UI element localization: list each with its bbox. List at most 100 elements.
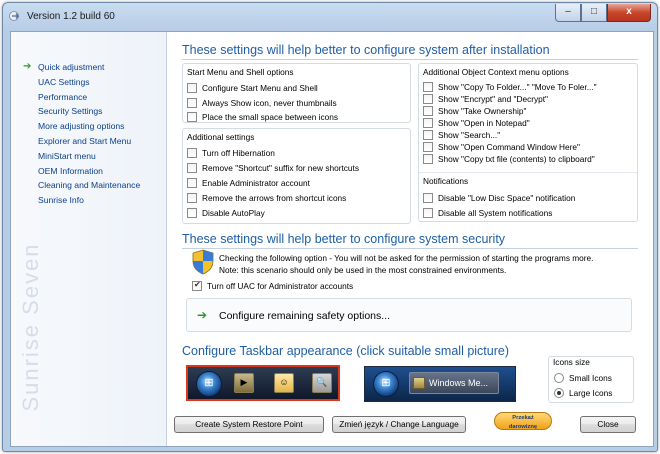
checkbox[interactable]: [187, 82, 197, 93]
option-label: Always Show icon, never thumbnails: [202, 97, 337, 108]
checkbox[interactable]: [423, 207, 433, 218]
security-section-title: These settings will help better to confi…: [182, 232, 506, 246]
taskbar-preview-large[interactable]: ⊞ Windows Me...: [364, 366, 516, 402]
donate-line2: darowiznę: [508, 424, 538, 430]
radio-selected[interactable]: [554, 387, 564, 398]
radio-large-icons[interactable]: Large Icons: [554, 386, 612, 399]
option-turn-off-uac[interactable]: Turn off UAC for Administrator accounts: [192, 279, 353, 292]
option-label: Show "Copy To Folder..." "Move To Foler.…: [438, 81, 597, 92]
option-copy-txt-clipboard[interactable]: Show "Copy txt file (contents) to clipbo…: [423, 152, 595, 165]
uac-shield-icon: [192, 249, 214, 275]
checkbox[interactable]: [423, 105, 433, 116]
checkbox[interactable]: [423, 192, 433, 203]
taskbar-button: Windows Me...: [409, 372, 499, 394]
checkbox[interactable]: [423, 153, 433, 164]
option-remove-shortcut-arrows[interactable]: Remove the arrows from shortcut icons: [187, 191, 346, 204]
sidebar-item-more-adjusting-options[interactable]: More adjusting options: [11, 119, 167, 134]
donate-button[interactable]: Przekaż darowiznę: [494, 412, 552, 430]
sidebar-item-label: Sunrise Info: [38, 195, 84, 206]
radio[interactable]: [554, 372, 564, 383]
safety-options-link[interactable]: ➔ Configure remaining safety options...: [186, 298, 632, 332]
option-configure-start-menu[interactable]: Configure Start Menu and Shell: [187, 81, 318, 94]
option-turn-off-hibernation[interactable]: Turn off Hibernation: [187, 146, 275, 159]
checkbox[interactable]: [423, 117, 433, 128]
checkbox[interactable]: [187, 162, 197, 173]
checkbox[interactable]: [423, 93, 433, 104]
checkbox-checked[interactable]: [192, 280, 202, 291]
sidebar-item-label: Performance: [38, 91, 88, 102]
sidebar-item-label: MiniStart menu: [38, 150, 96, 161]
taskbar-preview-small[interactable]: ⊞ ▶ ☺ 🔍: [186, 365, 340, 401]
maximize-button[interactable]: □: [581, 4, 607, 22]
sidebar-item-sunrise-info[interactable]: Sunrise Info: [11, 193, 167, 208]
sidebar-item-quick-adjustment[interactable]: ➔ Quick adjustment: [11, 60, 167, 75]
sidebar-nav: ➔ Quick adjustment UAC Settings Performan…: [11, 60, 167, 208]
checkbox[interactable]: [423, 81, 433, 92]
security-note-line2: Note: this scenario should only be used …: [219, 265, 507, 275]
arrow-right-icon: ➔: [23, 61, 32, 72]
client-area: ➔ Quick adjustment UAC Settings Performan…: [10, 31, 654, 447]
media-player-icon: ▶: [234, 373, 254, 393]
taskbar-button-label: Windows Me...: [429, 378, 489, 388]
sidebar-item-label: UAC Settings: [38, 76, 90, 87]
sidebar-item-explorer-start-menu[interactable]: Explorer and Start Menu: [11, 134, 167, 149]
sidebar-item-performance[interactable]: Performance: [11, 90, 167, 105]
change-language-button[interactable]: Zmień język / Change Language: [332, 416, 466, 433]
sidebar-item-oem-information[interactable]: OEM Information: [11, 164, 167, 179]
start-orb-icon: ⊞: [196, 371, 222, 397]
option-label: Large Icons: [569, 387, 613, 398]
minimize-button[interactable]: –: [555, 4, 581, 22]
option-small-space-icons[interactable]: Place the small space between icons: [187, 110, 338, 123]
option-remove-shortcut-suffix[interactable]: Remove "Shortcut" suffix for new shortcu…: [187, 161, 359, 174]
close-button[interactable]: Close: [580, 416, 636, 433]
group-label: Icons size: [553, 357, 590, 367]
minimize-icon: –: [565, 6, 571, 17]
app-icon: [9, 11, 20, 21]
sidebar-item-label: More adjusting options: [38, 121, 125, 132]
option-label: Show "Encrypt" and "Decrypt": [438, 93, 549, 104]
checkbox[interactable]: [187, 147, 197, 158]
checkbox[interactable]: [187, 207, 197, 218]
app-window: Version 1.2 build 60 – □ x ➔ Quick adjust…: [2, 2, 658, 452]
option-label: Show "Copy txt file (contents) to clipbo…: [438, 153, 595, 164]
title-bar[interactable]: Version 1.2 build 60 – □ x: [3, 3, 657, 29]
group-label: Start Menu and Shell options: [187, 67, 294, 77]
checkbox[interactable]: [423, 129, 433, 140]
checkbox[interactable]: [187, 177, 197, 188]
sidebar-item-security-settings[interactable]: Security Settings: [11, 104, 167, 119]
watermark-text: Sunrise Seven: [18, 242, 43, 412]
option-disable-low-disc-space[interactable]: Disable "Low Disc Space" notification: [423, 191, 575, 204]
arrow-right-icon: ➔: [197, 308, 208, 322]
checkbox[interactable]: [423, 141, 433, 152]
sidebar-item-uac-settings[interactable]: UAC Settings: [11, 75, 167, 90]
option-disable-autoplay[interactable]: Disable AutoPlay: [187, 206, 265, 219]
checkbox[interactable]: [187, 111, 197, 122]
safety-options-label: Configure remaining safety options...: [219, 310, 391, 322]
option-label: Small Icons: [569, 372, 612, 383]
option-always-show-icon[interactable]: Always Show icon, never thumbnails: [187, 96, 337, 109]
window-controls: – □ x: [555, 4, 651, 22]
sidebar-item-cleaning-maintenance[interactable]: Cleaning and Maintenance: [11, 178, 167, 193]
option-label: Configure Start Menu and Shell: [202, 82, 318, 93]
sidebar-item-label: OEM Information: [38, 165, 103, 176]
divider: [182, 248, 638, 249]
option-label: Show "Take Ownership": [438, 105, 527, 116]
close-icon: x: [626, 6, 632, 17]
option-label: Show "Search...": [438, 129, 501, 140]
sidebar-item-ministart-menu[interactable]: MiniStart menu: [11, 149, 167, 164]
sidebar-item-label: Cleaning and Maintenance: [38, 180, 141, 191]
option-disable-system-notifications[interactable]: Disable all System notifications: [423, 206, 552, 219]
divider: [182, 59, 638, 60]
create-restore-point-button[interactable]: Create System Restore Point: [174, 416, 324, 433]
option-label: Turn off UAC for Administrator accounts: [207, 280, 354, 291]
checkbox[interactable]: [187, 192, 197, 203]
close-window-button[interactable]: x: [607, 4, 651, 22]
option-label: Remove "Shortcut" suffix for new shortcu…: [202, 162, 359, 173]
checkbox[interactable]: [187, 97, 197, 108]
icons-size-group: Icons size Small Icons Large Icons: [548, 356, 634, 403]
option-enable-admin-account[interactable]: Enable Administrator account: [187, 176, 310, 189]
watermark: Sunrise Seven: [11, 222, 51, 432]
radio-small-icons[interactable]: Small Icons: [554, 371, 612, 384]
start-menu-group: Start Menu and Shell options Configure S…: [182, 63, 411, 123]
sidebar-item-label: Explorer and Start Menu: [38, 135, 132, 146]
